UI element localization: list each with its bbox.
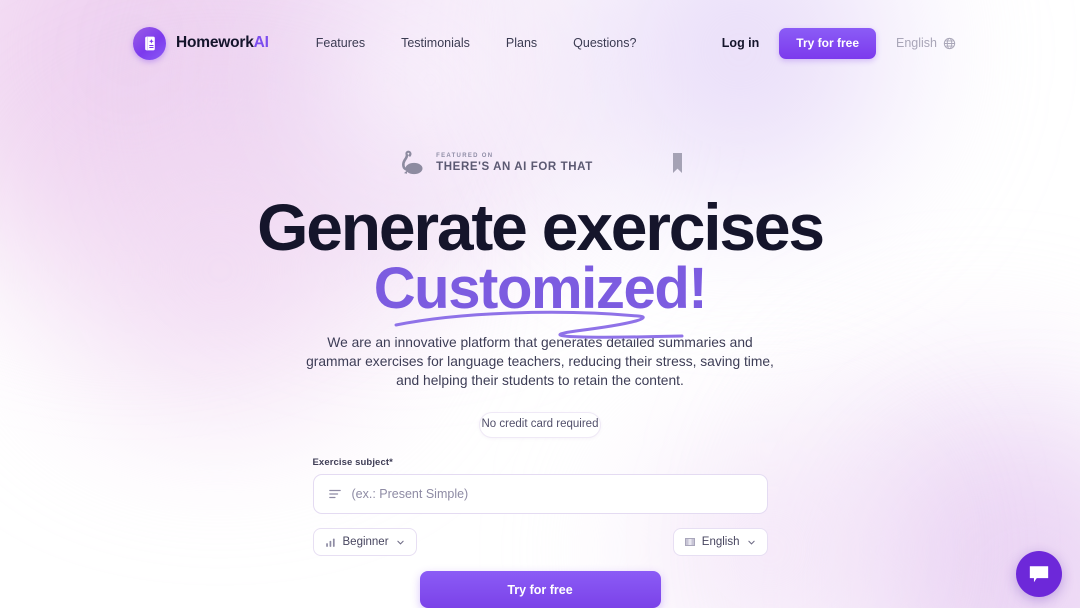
featured-site-name: THERE'S AN AI FOR THAT <box>436 161 593 173</box>
featured-on-label: FEATURED ON <box>436 153 494 159</box>
chevron-down-icon <box>747 540 755 545</box>
headline-line-1: Generate exercises <box>257 190 825 264</box>
featured-badge[interactable]: FEATURED ON THERE'S AN AI FOR THAT <box>397 148 683 178</box>
book-sparkle-icon <box>133 26 166 60</box>
featured-badge-text: FEATURED ON THERE'S AN AI FOR THAT <box>436 153 593 173</box>
language-select-value: English <box>701 536 740 548</box>
brand-logo[interactable]: HomeworkAI <box>133 26 269 60</box>
login-link[interactable]: Log in <box>722 36 760 50</box>
chat-widget-button[interactable] <box>1016 551 1062 597</box>
header-try-for-free-button[interactable]: Try for free <box>779 27 876 59</box>
no-credit-card-badge: No credit card required <box>479 412 601 438</box>
exercise-subject-field[interactable] <box>312 474 768 514</box>
nav-item-plans[interactable]: Plans <box>506 36 537 50</box>
globe-icon <box>943 37 956 49</box>
level-select[interactable]: Beginner <box>312 528 417 556</box>
brand-name-main: Homework <box>176 34 254 51</box>
exercise-subject-input[interactable] <box>351 487 753 501</box>
hero-section: FEATURED ON THERE'S AN AI FOR THAT Gener… <box>0 0 1080 608</box>
exercise-subject-label: Exercise subject* <box>312 457 393 468</box>
brand-name-accent: AI <box>253 34 269 51</box>
bookmark-icon <box>672 153 682 173</box>
nav-item-questions[interactable]: Questions? <box>573 36 636 50</box>
header-actions: Log in Try for free English <box>722 27 956 59</box>
brand-name: HomeworkAI <box>176 34 269 52</box>
flag-icon <box>684 538 695 546</box>
main-nav: Features Testimonials Plans Questions? <box>316 36 637 50</box>
nav-item-testimonials[interactable]: Testimonials <box>401 36 470 50</box>
language-select[interactable]: English <box>672 528 768 556</box>
form-options-row: Beginner English <box>312 528 768 556</box>
seal-mascot-icon <box>402 150 423 175</box>
chat-bubble-icon <box>1029 565 1049 582</box>
chevron-down-icon <box>396 540 404 545</box>
level-select-value: Beginner <box>342 536 389 548</box>
language-selector-header-label: English <box>896 36 937 50</box>
language-selector-header[interactable]: English <box>896 36 956 50</box>
nav-item-features[interactable]: Features <box>316 36 365 50</box>
hero-subtitle: We are an innovative platform that gener… <box>306 335 774 389</box>
exercise-form: Exercise subject* Beginner <box>312 457 768 608</box>
submit-try-for-free-button[interactable]: Try for free <box>419 571 661 608</box>
bar-chart-icon <box>325 538 335 547</box>
page-title: Generate exercises Customized! <box>257 190 825 340</box>
list-lines-icon <box>328 489 341 499</box>
headline-line-2: Customized! <box>373 256 708 322</box>
site-header: HomeworkAI Features Testimonials Plans Q… <box>0 0 1080 86</box>
